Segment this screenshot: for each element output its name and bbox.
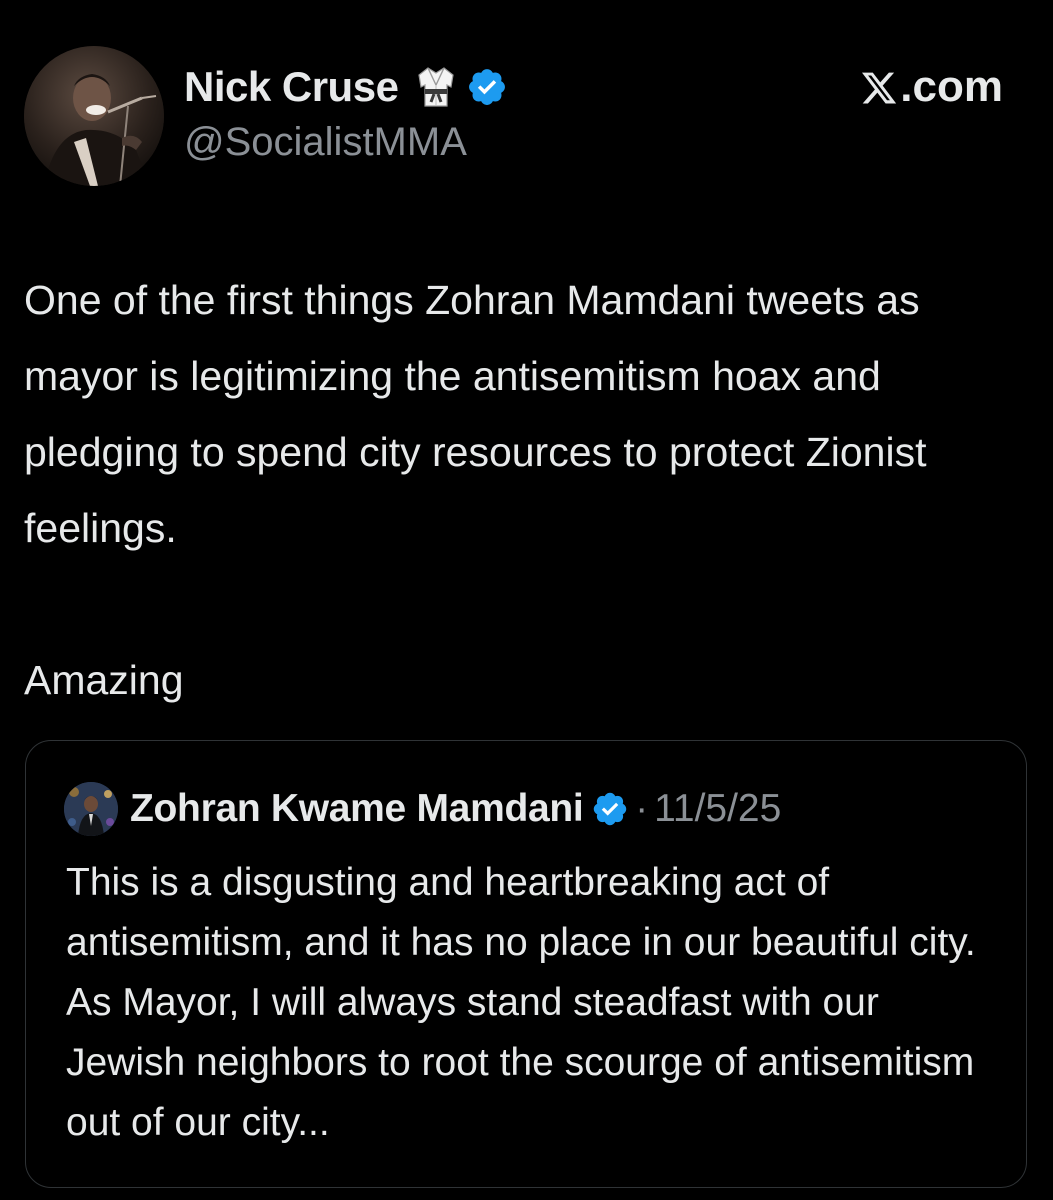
- quoted-separator: ·: [635, 787, 649, 830]
- verified-badge-icon[interactable]: [466, 66, 508, 108]
- author-name-row: Nick Cruse: [184, 62, 508, 112]
- post-container: Nick Cruse @SocialistMMA .com One of the…: [0, 0, 1053, 1200]
- quoted-verified-badge-icon[interactable]: [591, 790, 629, 828]
- quoted-post-header: Zohran Kwame Mamdani · 11/5/25: [64, 781, 781, 837]
- quoted-post-date[interactable]: 11/5/25: [654, 787, 781, 831]
- quoted-author-avatar[interactable]: [64, 782, 118, 836]
- post-text: One of the first things Zohran Mamdani t…: [24, 277, 927, 551]
- post-text-closing: Amazing: [24, 657, 184, 703]
- author-display-name[interactable]: Nick Cruse: [184, 63, 399, 111]
- quoted-post-text: This is a disgusting and heartbreaking a…: [66, 861, 976, 1144]
- quoted-author-name[interactable]: Zohran Kwame Mamdani: [130, 787, 584, 831]
- post-body: One of the first things Zohran Mamdani t…: [24, 262, 1024, 718]
- martial-arts-gi-icon: [416, 65, 456, 109]
- author-avatar[interactable]: [24, 46, 164, 186]
- avatar-photo: [24, 46, 164, 186]
- brand-label: .com: [900, 62, 1003, 111]
- author-handle[interactable]: @SocialistMMA: [184, 120, 508, 165]
- author-info: Nick Cruse @SocialistMMA: [184, 62, 508, 165]
- quoted-avatar-photo: [64, 782, 118, 836]
- quoted-post-card[interactable]: Zohran Kwame Mamdani · 11/5/25 This is a…: [25, 740, 1027, 1188]
- x-logo-icon: [860, 68, 898, 106]
- x-brand-watermark: .com: [860, 62, 1003, 112]
